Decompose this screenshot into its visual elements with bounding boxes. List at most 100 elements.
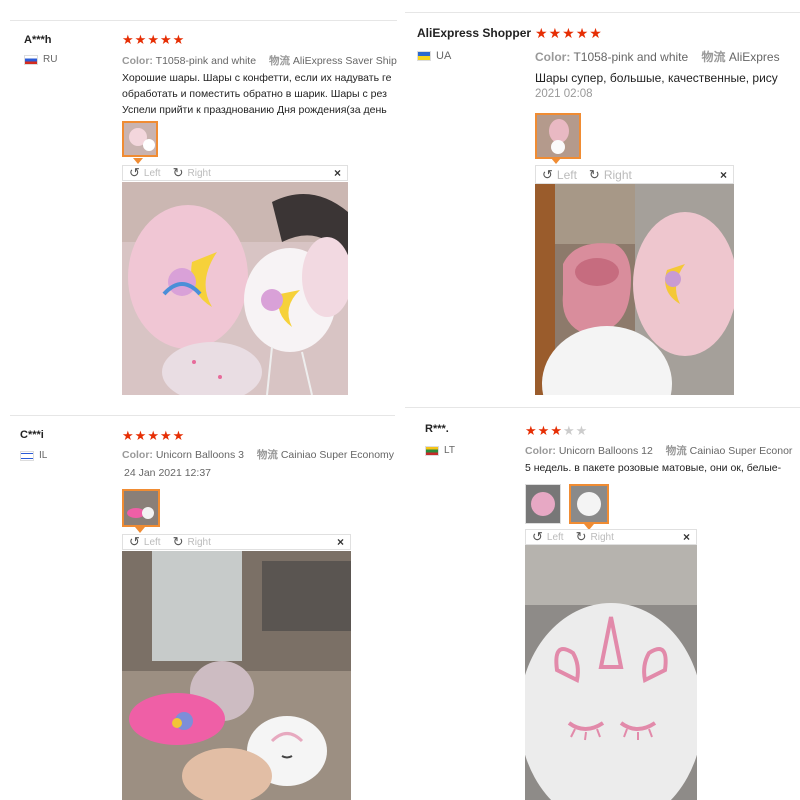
star-icon: ★ [525, 423, 538, 438]
reviewer-name: R***. [425, 423, 449, 435]
review-photo [122, 182, 348, 395]
star-icon: ★ [172, 32, 186, 47]
shipping-value: Cainiao Super Econor [689, 445, 793, 457]
divider [10, 415, 395, 416]
country-code: RU [43, 54, 58, 65]
review-card-2: AliExpress Shopper UA ★★★★★ Color: T1058… [405, 0, 800, 400]
star-icon: ★ [562, 25, 576, 41]
star-rating: ★★★★★ [535, 25, 603, 42]
star-icon: ★ [550, 423, 563, 438]
reviewer-name: C***i [20, 429, 44, 441]
star-rating: ★★★★★ [525, 423, 588, 439]
color-label: Color: [535, 50, 571, 64]
country-code: IL [39, 450, 48, 461]
thumbnail-pointer [551, 158, 561, 164]
rotate-left-icon: ↺ [542, 166, 553, 182]
review-photo-thumbnail[interactable] [122, 121, 158, 157]
photo-image [122, 551, 351, 800]
rotate-right-icon: ↻ [575, 529, 587, 544]
thumbnail-image [124, 491, 158, 525]
star-rating: ★★★★★ [122, 428, 185, 444]
shipping-label: 物流 [701, 50, 726, 64]
thumbnail-image [526, 485, 560, 523]
star-icon: ★ [147, 428, 160, 443]
close-icon[interactable]: × [720, 168, 727, 182]
star-icon: ★ [172, 428, 186, 443]
review-card-3: C***i IL ★★★★★ Color: Unicorn Balloons 3… [0, 405, 400, 800]
rotate-left-label: Left [556, 167, 577, 182]
rotate-left-button[interactable]: ↺ Left [532, 529, 564, 545]
star-icon: ★ [575, 423, 589, 438]
star-rating: ★★★★★ [122, 32, 185, 48]
rotate-right-button[interactable]: ↻ Right [173, 165, 211, 181]
rotate-left-icon: ↺ [129, 165, 140, 180]
star-icon: ★ [147, 32, 160, 47]
image-viewer-toolbar: ↺ Left ↻ Right × [122, 534, 351, 550]
review-text-line: Успели прийти к празднованию Дня рождени… [122, 104, 387, 116]
image-viewer-toolbar: ↺ Left ↻ Right × [525, 529, 697, 545]
rotate-right-button[interactable]: ↻ Right [576, 529, 614, 545]
color-label: Color: [122, 55, 153, 67]
rotate-left-label: Left [143, 167, 161, 179]
close-icon[interactable]: × [337, 535, 344, 549]
rotate-left-button[interactable]: ↺ Left [542, 167, 577, 183]
color-label: Color: [525, 445, 556, 457]
thumbnail-image [124, 123, 156, 155]
reviewer-country: LT [425, 445, 455, 456]
reviewer-name: AliExpress Shopper [417, 26, 532, 40]
reviewer-country: UA [417, 50, 451, 62]
image-viewer-toolbar: ↺ Left ↻ Right × [535, 165, 734, 184]
rotate-right-icon: ↻ [172, 165, 184, 180]
star-icon: ★ [537, 423, 551, 438]
country-code: UA [436, 50, 452, 62]
product-meta: Color: T1058-pink and white 物流 AliExpres… [122, 53, 397, 68]
review-photo-thumbnail[interactable] [569, 484, 609, 524]
rotate-left-icon: ↺ [532, 529, 543, 544]
rotate-right-button[interactable]: ↻ Right [589, 167, 632, 183]
rotate-left-label: Left [143, 536, 161, 548]
photo-image [535, 184, 734, 395]
star-icon: ★ [134, 32, 148, 47]
review-photo-thumbnail[interactable] [535, 113, 581, 159]
rotate-right-icon: ↻ [588, 166, 600, 182]
shipping-value: Cainiao Super Economy [280, 449, 395, 461]
lithuania-flag-icon [425, 445, 439, 456]
rotate-left-button[interactable]: ↺ Left [129, 534, 161, 550]
thumbnail-image [537, 115, 579, 157]
color-value: Unicorn Balloons 3 [155, 449, 244, 461]
reviewer-country: IL [20, 450, 47, 461]
thumbnail-pointer [135, 527, 145, 533]
russia-flag-icon [24, 54, 38, 65]
review-text-line: Шары супер, большые, качественные, рису [535, 71, 778, 85]
thumbnail-image [571, 486, 607, 522]
star-icon: ★ [122, 428, 135, 443]
review-text-line: обработать и поместить обратно в шарик. … [122, 88, 387, 100]
star-icon: ★ [535, 25, 549, 41]
review-photo [525, 545, 697, 800]
rotate-left-button[interactable]: ↺ Left [129, 165, 161, 181]
rotate-right-button[interactable]: ↻ Right [173, 534, 211, 550]
close-icon[interactable]: × [334, 166, 341, 180]
rotate-left-label: Left [546, 531, 564, 543]
review-photo-thumbnail[interactable] [122, 489, 160, 527]
rotate-right-label: Right [187, 536, 211, 548]
israel-flag-icon [20, 450, 34, 461]
shipping-value: AliExpres [728, 50, 780, 64]
image-viewer-toolbar: ↺ Left ↻ Right × [122, 165, 348, 181]
rotate-right-label: Right [187, 167, 211, 179]
color-value: Unicorn Balloons 12 [558, 445, 653, 457]
divider [405, 12, 800, 13]
review-photo-thumbnail[interactable] [525, 484, 561, 524]
color-value: T1058-pink and white [155, 55, 257, 67]
shipping-label: 物流 [665, 445, 687, 457]
close-icon[interactable]: × [683, 530, 690, 544]
photo-image [525, 545, 697, 800]
review-photo [535, 184, 734, 395]
review-date: 24 Jan 2021 12:37 [124, 467, 211, 479]
star-icon: ★ [548, 25, 563, 41]
color-value: T1058-pink and white [573, 50, 689, 64]
review-photo [122, 551, 351, 800]
shipping-value: AliExpress Saver Shipp [292, 55, 397, 67]
star-icon: ★ [122, 32, 135, 47]
divider [10, 20, 397, 21]
